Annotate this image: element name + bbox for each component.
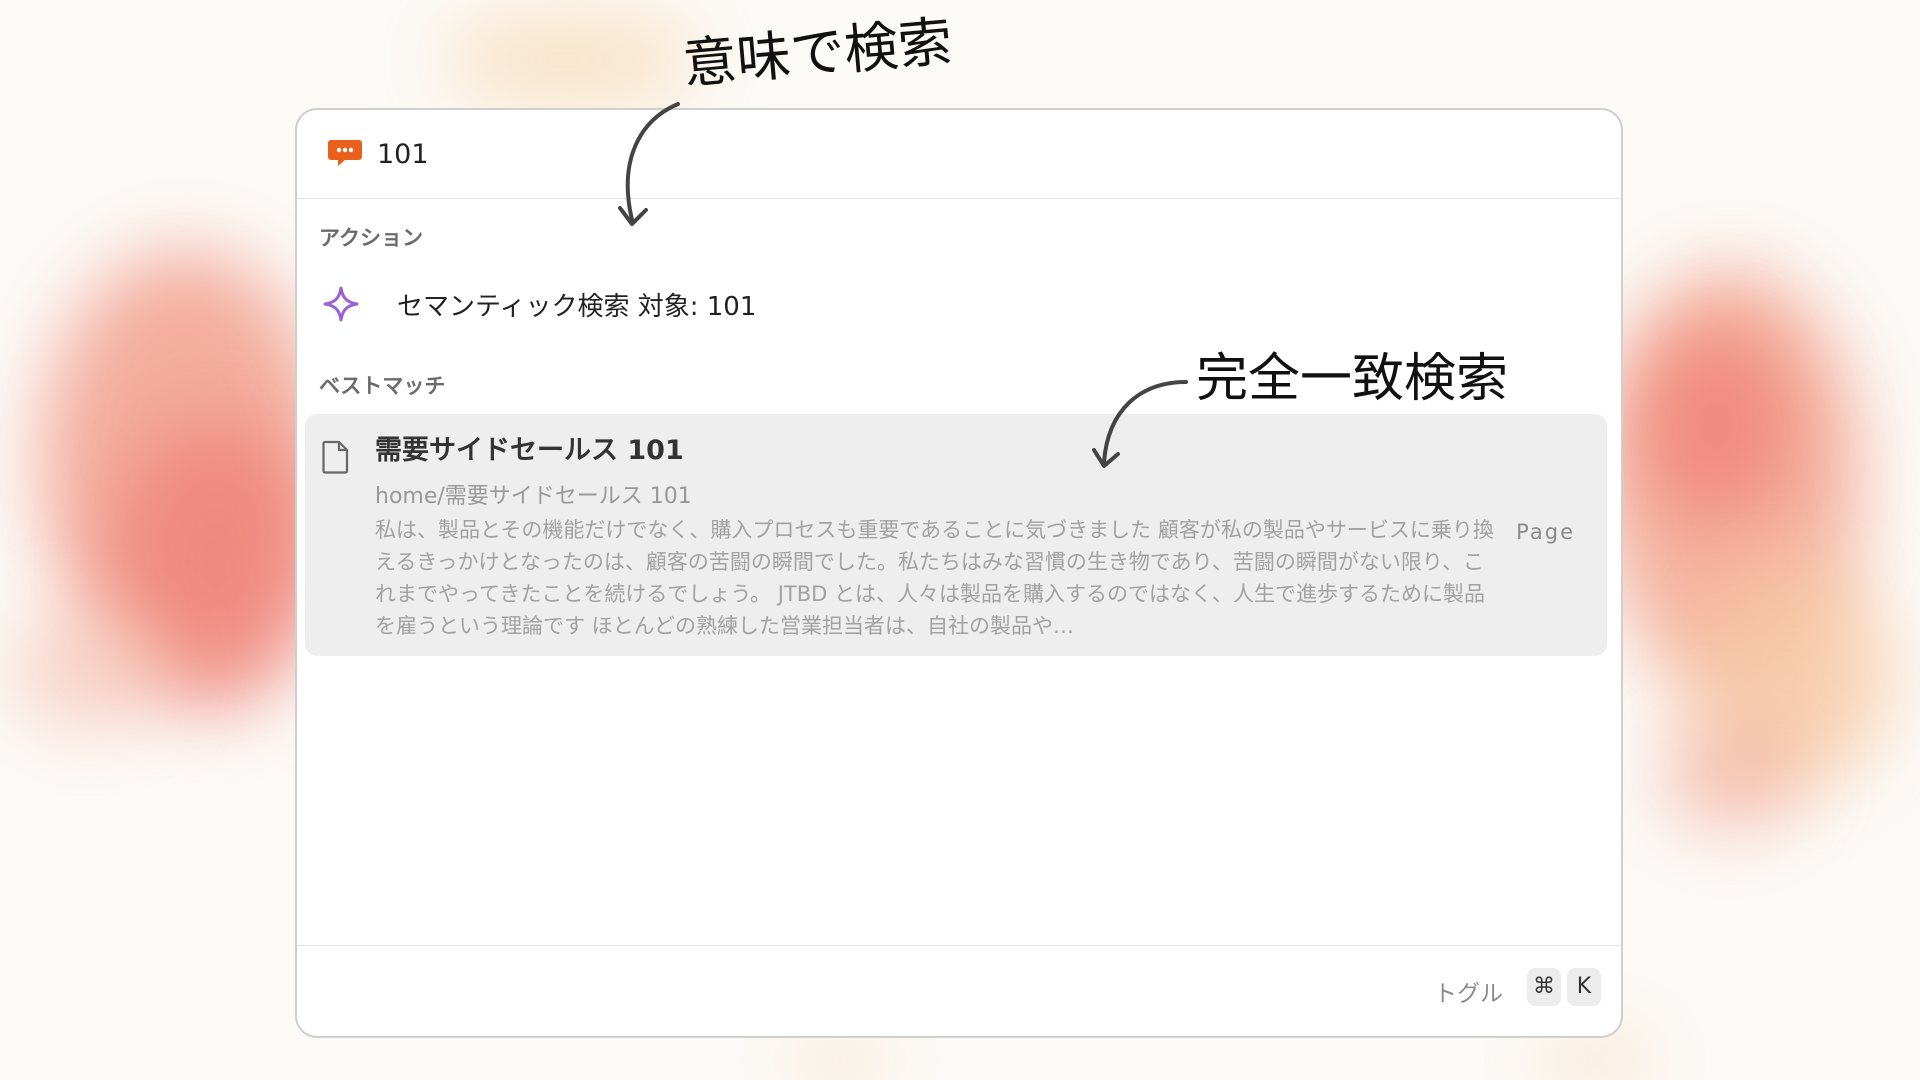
result-title: 需要サイドセールス 101	[375, 435, 684, 466]
search-bar	[297, 110, 1621, 199]
annotation-semantic-search: 意味で検索	[680, 9, 955, 97]
section-label-best-match: ベストマッチ	[319, 374, 446, 398]
toggle-label: トグル	[1434, 981, 1503, 1007]
section-label-actions: アクション	[319, 226, 423, 250]
watercolor-splash	[10, 610, 170, 730]
palette-footer: トグル ⌘ K	[297, 945, 1621, 1036]
search-result-item[interactable]: 需要サイドセールス 101 home/需要サイドセールス 101 私は、製品とそ…	[305, 414, 1607, 656]
screenshot-stage: アクション セマンティック検索 対象: 101 ベストマッチ 需要サイドセールス…	[0, 0, 1920, 1080]
watercolor-splash	[440, 10, 700, 110]
result-path: home/需要サイドセールス 101	[375, 484, 692, 509]
command-key-icon: ⌘	[1527, 968, 1561, 1006]
command-palette: アクション セマンティック検索 対象: 101 ベストマッチ 需要サイドセールス…	[295, 108, 1623, 1038]
result-snippet: 私は、製品とその機能だけでなく、購入プロセスも重要であることに気づきました 顧客…	[375, 518, 1494, 638]
semantic-search-label: セマンティック検索 対象: 101	[397, 292, 757, 322]
semantic-search-action[interactable]: セマンティック検索 対象: 101	[305, 272, 1605, 336]
k-key: K	[1567, 968, 1601, 1006]
watercolor-splash	[1640, 330, 1790, 520]
sparkle-icon	[323, 286, 359, 322]
annotation-exact-search: 完全一致検索	[1196, 349, 1509, 409]
chat-bubble-icon	[328, 140, 362, 166]
result-type-badge: Page	[1516, 520, 1575, 544]
document-icon	[322, 440, 349, 474]
watercolor-splash	[1660, 720, 1800, 830]
search-input[interactable]	[377, 132, 1277, 176]
